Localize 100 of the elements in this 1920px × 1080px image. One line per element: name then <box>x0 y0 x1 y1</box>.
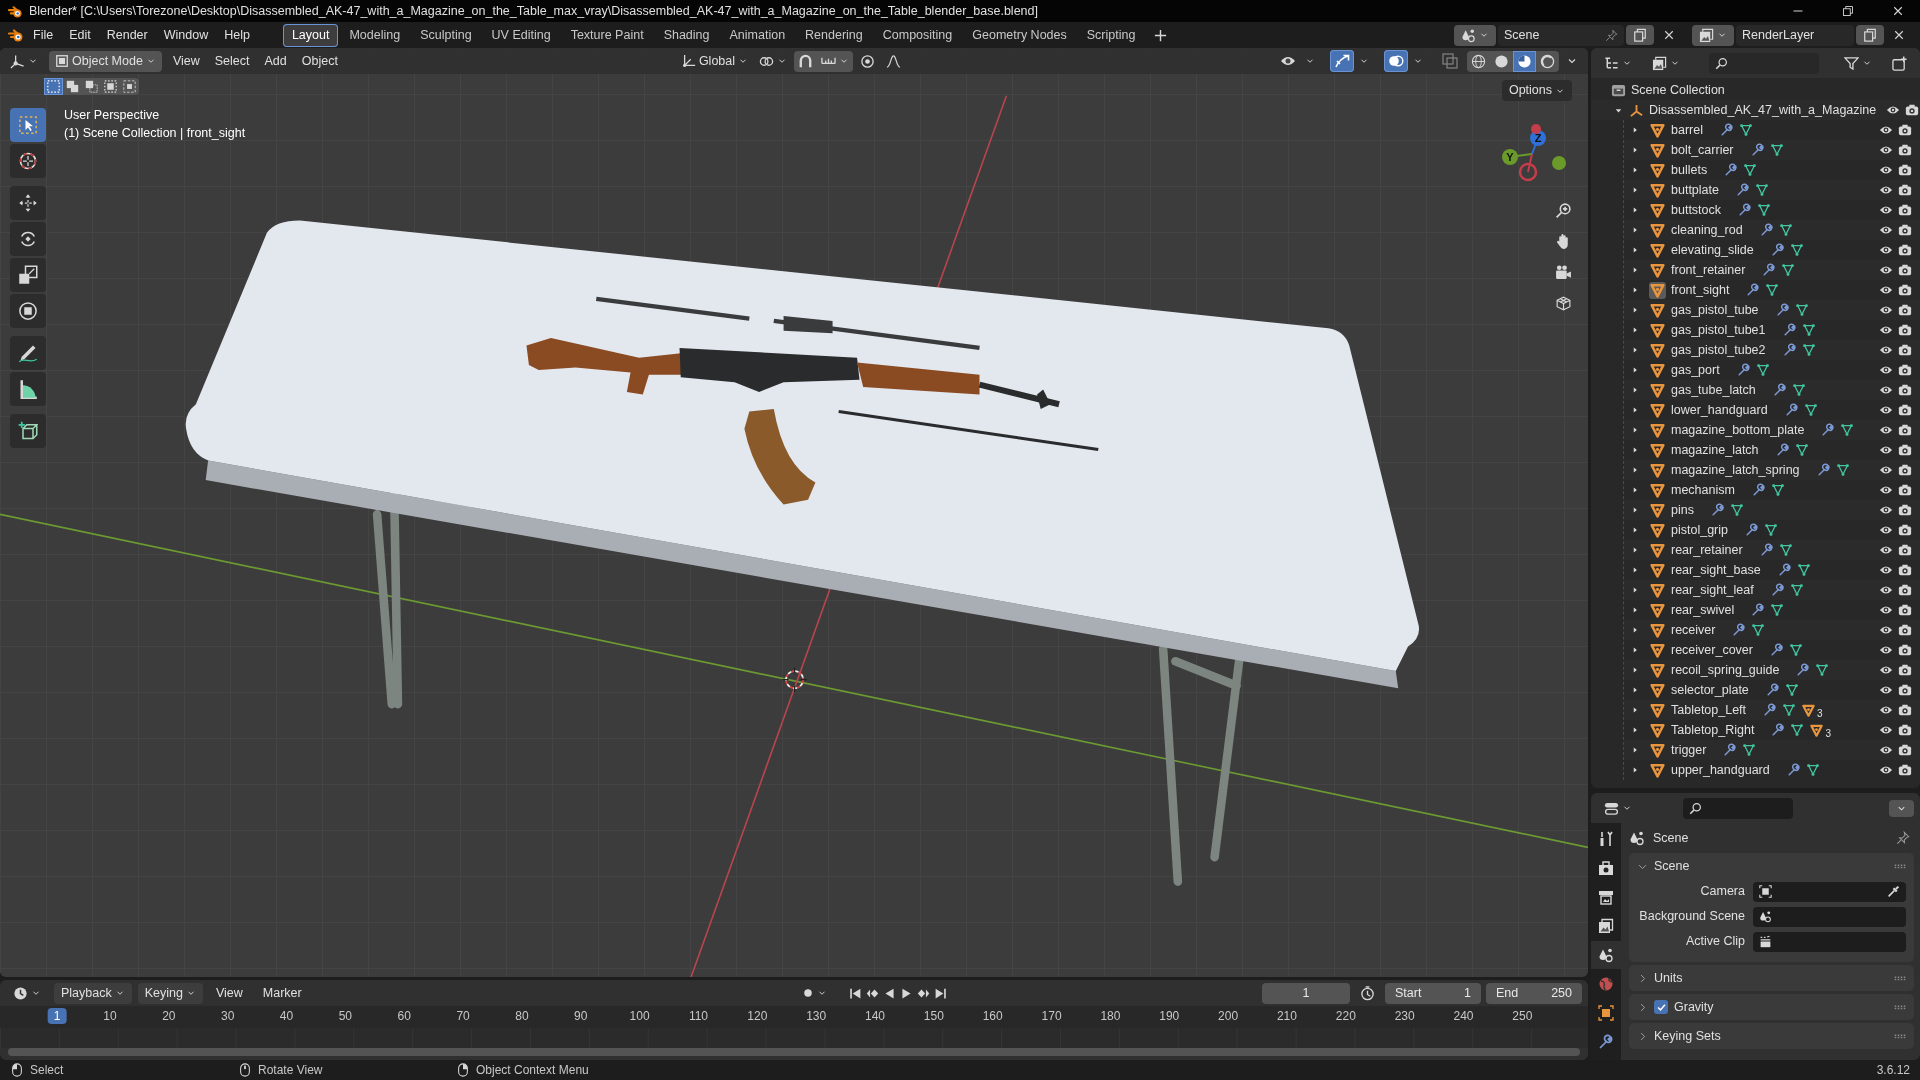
frame-number: 20 <box>162 1009 176 1024</box>
collection-name[interactable]: Scene Collection <box>1631 82 1725 98</box>
frame-number: 30 <box>221 1009 235 1024</box>
frame-number: 60 <box>397 1009 411 1024</box>
options-dropdown[interactable]: Options <box>1501 80 1572 101</box>
frame-number: 250 <box>1512 1009 1533 1024</box>
view-layer-field[interactable]: RenderLayer <box>1736 24 1854 46</box>
workspace-tab[interactable]: Sculpting <box>411 23 481 47</box>
workspace-tab[interactable]: Layout <box>282 23 339 47</box>
frame-number: 230 <box>1394 1009 1415 1024</box>
workspace-tab[interactable]: Geometry Nodes <box>963 23 1076 47</box>
object-name[interactable]: Tabletop_Left <box>1671 702 1747 718</box>
object-name[interactable]: recoil_spring_guide <box>1671 662 1780 678</box>
workspace-tab[interactable]: Modeling <box>340 23 410 47</box>
object-name[interactable]: pins <box>1671 502 1694 518</box>
field-label: Camera <box>1699 884 1745 899</box>
object-name[interactable]: trigger <box>1671 742 1707 758</box>
frame-number: 90 <box>574 1009 588 1024</box>
frame-number: 110 <box>688 1009 708 1024</box>
object-name[interactable]: rear_retainer <box>1671 542 1743 558</box>
playhead[interactable]: 1 <box>47 1008 67 1025</box>
object-name[interactable]: gas_pistol_tube2 <box>1671 342 1766 358</box>
end-frame-field[interactable]: End 250 <box>1486 982 1582 1004</box>
object-name[interactable]: gas_pistol_tube <box>1671 302 1759 318</box>
frame-number: 200 <box>1218 1009 1239 1024</box>
object-name[interactable]: magazine_latch_spring <box>1671 462 1800 478</box>
window-title: Blender* [C:\Users\Torezone\Desktop\Disassembled_AK-47_with_a_Magazine_on_the_Table_max_vray\Disassembled_AK-47_with_a_Magazine_on_the_Table_blender_base.blend] <box>29 3 1038 19</box>
orientation-dropdown[interactable]: Global <box>677 50 753 72</box>
menu-item[interactable]: Edit <box>62 24 98 46</box>
menu-item[interactable]: View <box>208 982 250 1004</box>
object-name[interactable]: Disassembled_AK_47_with_a_Magazine <box>1649 102 1877 118</box>
menu-item[interactable]: View <box>168 50 204 72</box>
frame-number: 70 <box>456 1009 470 1024</box>
menu-item[interactable]: Select <box>210 50 254 72</box>
object-name[interactable]: front_sight <box>1671 282 1730 298</box>
object-name[interactable]: bolt_carrier <box>1671 142 1734 158</box>
menu-item[interactable]: Help <box>217 24 257 46</box>
object-name[interactable]: Tabletop_Right <box>1671 722 1755 738</box>
object-name[interactable]: upper_handguard <box>1671 762 1770 778</box>
field-label: Active Clip <box>1684 934 1745 949</box>
object-name[interactable]: receiver_cover <box>1671 642 1753 658</box>
workspace-tab[interactable]: Shading <box>654 23 719 47</box>
view-name-text: User Perspective <box>64 108 161 123</box>
object-name[interactable]: gas_pistol_tube1 <box>1671 322 1766 338</box>
menu-item[interactable]: Object <box>297 50 342 72</box>
object-name[interactable]: front_retainer <box>1671 262 1746 278</box>
menu-item[interactable]: Marker <box>255 982 309 1004</box>
object-name[interactable]: rear_swivel <box>1671 602 1735 618</box>
object-name[interactable]: elevating_slide <box>1671 242 1754 258</box>
workspace-tab[interactable]: Scripting <box>1077 23 1145 47</box>
scene-name: Scene <box>1504 27 1540 43</box>
scene-name-field[interactable]: Scene <box>1498 24 1624 46</box>
object-name[interactable]: buttplate <box>1671 182 1719 198</box>
child-count: 3 <box>1825 728 1831 740</box>
panel-header[interactable]: Gravity <box>1637 999 1714 1015</box>
workspace-tab[interactable]: Rendering <box>796 23 872 47</box>
frame-number: 100 <box>629 1009 650 1024</box>
object-name[interactable]: mechanism <box>1671 482 1735 498</box>
frame-number: 160 <box>982 1009 1003 1024</box>
object-name[interactable]: selector_plate <box>1671 682 1749 698</box>
menu-item[interactable]: Keying <box>137 982 203 1004</box>
object-name[interactable]: magazine_latch <box>1671 442 1759 458</box>
object-name[interactable]: pistol_grip <box>1671 522 1728 538</box>
object-name[interactable]: bullets <box>1671 162 1708 178</box>
menu-item[interactable]: Render <box>99 24 155 46</box>
panel-header[interactable]: Units <box>1637 970 1683 986</box>
hint-text: Rotate View <box>258 1062 323 1078</box>
object-name[interactable]: lower_handguard <box>1671 402 1768 418</box>
workspace-tab[interactable]: Texture Paint <box>561 23 653 47</box>
start-frame-field[interactable]: Start 1 <box>1385 982 1481 1004</box>
object-name[interactable]: magazine_bottom_plate <box>1671 422 1805 438</box>
object-name[interactable]: rear_sight_leaf <box>1671 582 1754 598</box>
menu-item[interactable]: Window <box>156 24 216 46</box>
object-name[interactable]: buttstock <box>1671 202 1722 218</box>
panel-header[interactable]: Keying Sets <box>1637 1028 1721 1044</box>
workspace-tab[interactable]: UV Editing <box>482 23 560 47</box>
field-label: Background Scene <box>1638 909 1745 924</box>
object-name[interactable]: rear_sight_base <box>1671 562 1761 578</box>
panel-header[interactable]: Scene <box>1637 858 1690 874</box>
object-name[interactable]: gas_port <box>1671 362 1720 378</box>
frame-number: 220 <box>1335 1009 1356 1024</box>
hint-text: Select <box>30 1062 64 1078</box>
menu-item[interactable]: File <box>26 24 61 46</box>
context-name: Scene <box>1653 830 1689 846</box>
menu-item[interactable]: Add <box>260 50 291 72</box>
current-frame-field[interactable]: 1 <box>1262 982 1350 1004</box>
object-name[interactable]: cleaning_rod <box>1671 222 1743 238</box>
object-name[interactable]: gas_tube_latch <box>1671 382 1756 398</box>
menu-item[interactable]: Playback <box>54 982 132 1004</box>
workspace-tab[interactable]: Animation <box>720 23 795 47</box>
hint-text: Object Context Menu <box>476 1062 589 1078</box>
object-name[interactable]: receiver <box>1671 622 1716 638</box>
frame-number: 10 <box>103 1009 117 1024</box>
frame-number: 40 <box>279 1009 294 1024</box>
frame-number: 140 <box>865 1009 885 1024</box>
workspace-tab[interactable]: Compositing <box>873 23 962 47</box>
frame-number: 120 <box>747 1009 768 1024</box>
child-count: 3 <box>1817 708 1823 720</box>
object-name[interactable]: barrel <box>1671 122 1703 138</box>
mode-dropdown[interactable]: Object Mode <box>49 50 162 72</box>
